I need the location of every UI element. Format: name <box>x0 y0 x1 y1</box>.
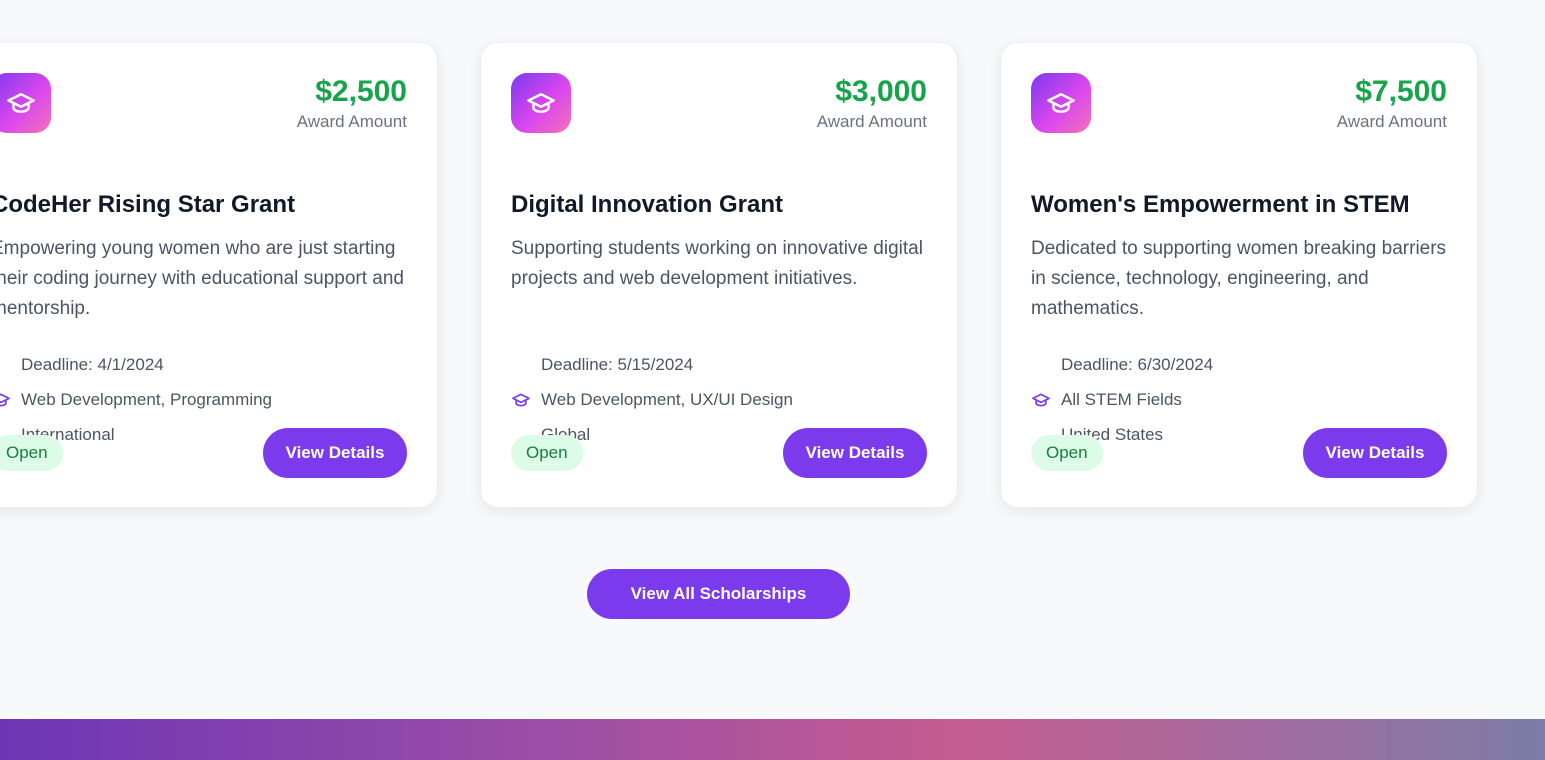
deadline-text: Deadline: 4/1/2024 <box>21 355 164 375</box>
deadline-row: Deadline: 5/15/2024 <box>511 348 927 383</box>
fields-text: Web Development, UX/UI Design <box>541 390 793 410</box>
deadline-text: Deadline: 5/15/2024 <box>541 355 694 375</box>
graduation-cap-icon <box>511 390 541 410</box>
status-badge: Open <box>0 435 63 471</box>
amount-value: $3,000 <box>835 75 927 108</box>
footer-gradient-band <box>0 719 1545 760</box>
fields-row: All STEM Fields <box>1031 383 1447 418</box>
graduation-cap-icon <box>1031 73 1091 133</box>
scholarship-card: $2,500 Award Amount CodeHer Rising Star … <box>0 42 438 508</box>
view-details-button[interactable]: View Details <box>263 428 407 478</box>
fields-row: Web Development, Programming <box>0 383 407 418</box>
status-badge: Open <box>511 435 583 471</box>
view-all-scholarships-button[interactable]: View All Scholarships <box>587 569 850 619</box>
graduation-cap-icon <box>511 73 571 133</box>
scholarship-cards: $2,500 Award Amount CodeHer Rising Star … <box>0 42 1478 508</box>
fields-row: Web Development, UX/UI Design <box>511 383 927 418</box>
card-title: CodeHer Rising Star Grant <box>0 191 296 218</box>
fields-text: Web Development, Programming <box>21 390 273 410</box>
status-badge: Open <box>1031 435 1103 471</box>
page: $2,500 Award Amount CodeHer Rising Star … <box>0 0 1545 760</box>
deadline-text: Deadline: 6/30/2024 <box>1061 355 1214 375</box>
calendar-icon <box>1031 355 1061 375</box>
fields-text: All STEM Fields <box>1061 390 1182 410</box>
amount-label: Award Amount <box>816 112 927 131</box>
card-header: $3,000 Award Amount <box>511 73 927 173</box>
deadline-row: Deadline: 6/30/2024 <box>1031 348 1447 383</box>
award-amount: $2,500 Award Amount <box>297 73 407 132</box>
card-footer: Open View Details <box>1031 428 1447 478</box>
card-title: Women's Empowerment in STEM <box>1031 191 1410 218</box>
card-title: Digital Innovation Grant <box>511 191 784 218</box>
amount-label: Award Amount <box>1336 112 1447 131</box>
award-amount: $7,500 Award Amount <box>1337 73 1447 132</box>
award-amount: $3,000 Award Amount <box>817 73 927 132</box>
view-details-button[interactable]: View Details <box>783 428 927 478</box>
card-header: $2,500 Award Amount <box>0 73 407 173</box>
scholarship-card: $7,500 Award Amount Women's Empowerment … <box>1000 42 1478 508</box>
card-description: Supporting students working on innovativ… <box>511 237 923 289</box>
amount-value: $2,500 <box>315 75 407 108</box>
amount-label: Award Amount <box>296 112 407 131</box>
view-details-button[interactable]: View Details <box>1303 428 1447 478</box>
card-footer: Open View Details <box>0 428 407 478</box>
calendar-icon <box>511 355 541 375</box>
scholarship-card: $3,000 Award Amount Digital Innovation G… <box>480 42 958 508</box>
graduation-cap-icon <box>1031 390 1061 410</box>
card-description: Empowering young women who are just star… <box>0 237 404 319</box>
amount-value: $7,500 <box>1355 75 1447 108</box>
card-description: Dedicated to supporting women breaking b… <box>1031 237 1447 319</box>
card-footer: Open View Details <box>511 428 927 478</box>
deadline-row: Deadline: 4/1/2024 <box>0 348 407 383</box>
graduation-cap-icon <box>0 390 21 410</box>
graduation-cap-icon <box>0 73 51 133</box>
card-header: $7,500 Award Amount <box>1031 73 1447 173</box>
calendar-icon <box>0 355 21 375</box>
